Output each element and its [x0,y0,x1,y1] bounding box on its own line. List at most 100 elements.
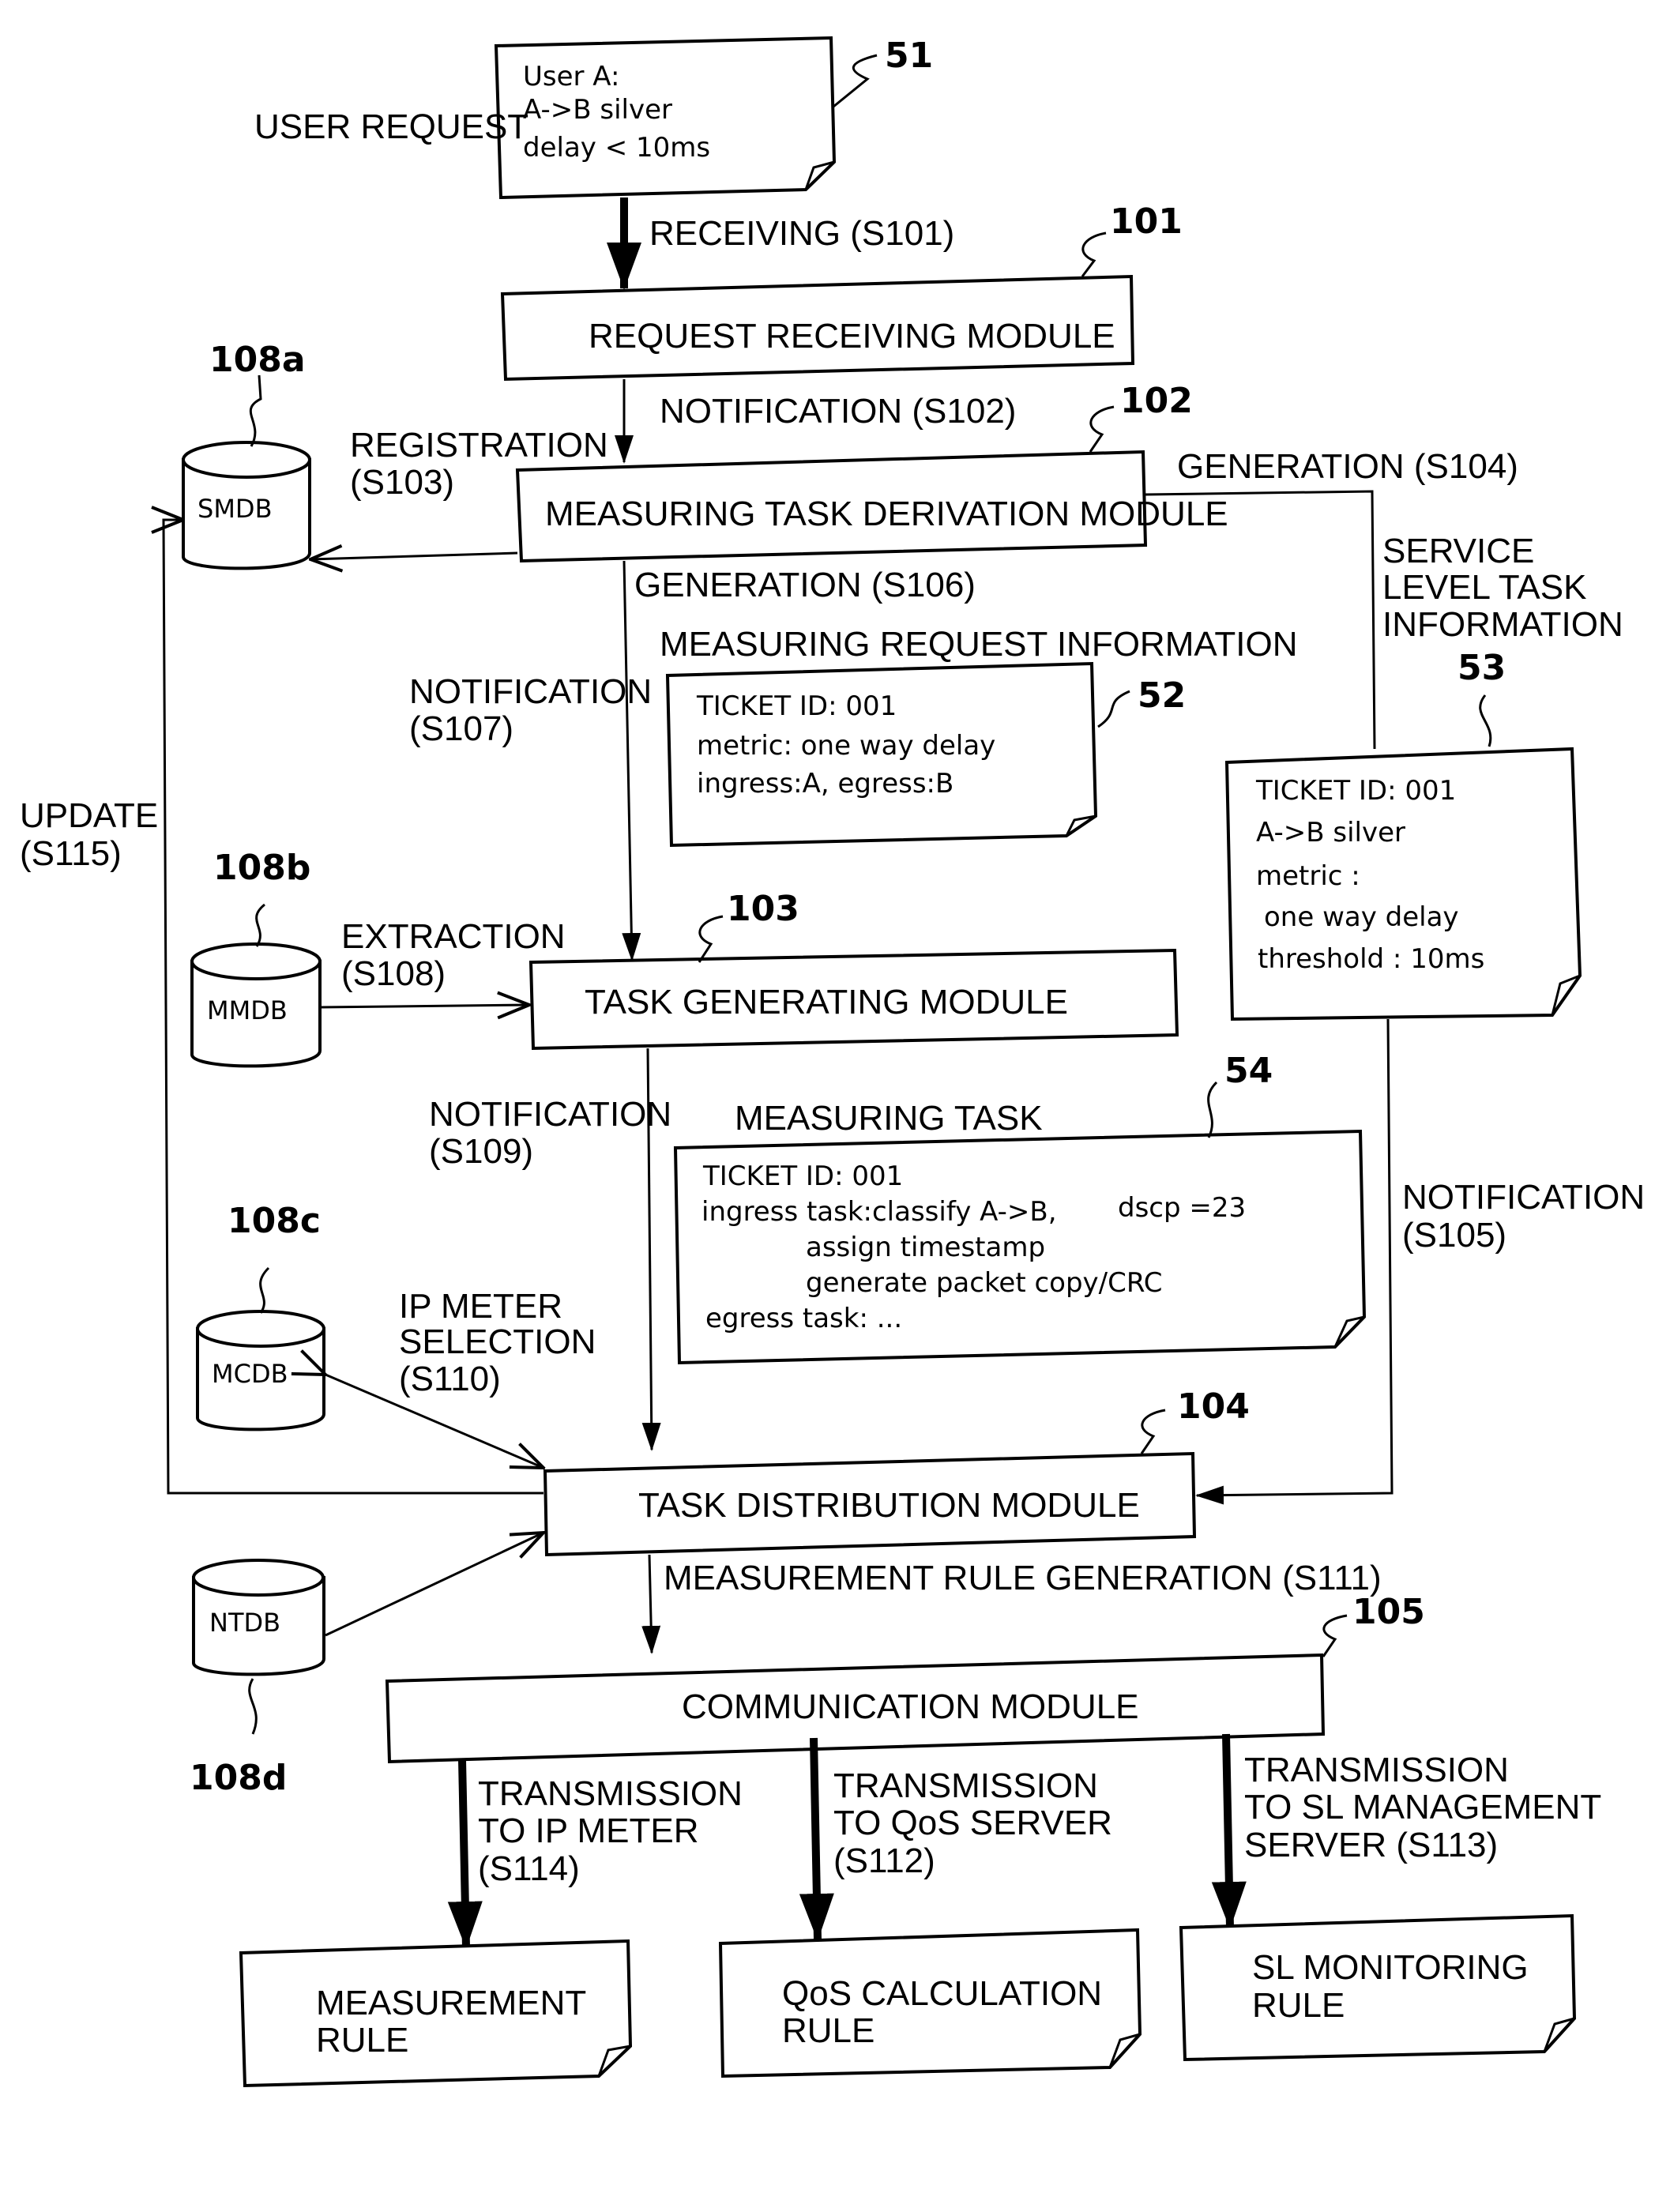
step-s104-label: GENERATION (S104) [1177,447,1518,486]
measuring-task-derivation-module-label: MEASURING TASK DERIVATION MODULE [545,495,1228,533]
arrow-s114 [447,1759,483,1949]
sl-info-line-3: metric : [1256,860,1360,892]
step-s114-label-1: TRANSMISSION [478,1774,743,1813]
step-s105-label-1: NOTIFICATION [1402,1178,1645,1217]
sl-monitoring-rule-line-2: RULE [1252,1986,1345,2025]
ntdb-database: NTDB [192,1559,325,1676]
ref-108a: 108a [209,340,306,380]
request-receiving-module-label: REQUEST RECEIVING MODULE [589,317,1115,356]
step-s108-label-2: (S108) [341,954,446,993]
ref-53: 53 [1457,648,1506,688]
arrow-ntdb [325,1533,544,1637]
measuring-task-line-4: generate packet copy/CRC [806,1267,1163,1299]
sl-info-line-2: A->B silver [1256,817,1405,848]
mr-info-line-2: metric: one way delay [697,730,995,762]
ref-102: 102 [1120,381,1193,421]
measuring-task-line-5: egress task: ... [705,1303,902,1334]
sl-info-line-4: one way delay [1264,901,1459,933]
step-s114-label-2: TO IP METER [478,1811,699,1850]
step-s108-label-1: EXTRACTION [341,917,566,956]
arrow-s108 [319,1005,529,1007]
user-request-label: USER REQUEST [254,107,528,146]
step-s115-label-2: (S115) [20,834,122,873]
measuring-task-line-1: TICKET ID: 001 [702,1161,903,1192]
service-level-title-1: SERVICE [1382,532,1534,570]
ref-leader-54 [1207,1081,1218,1138]
user-request-line-3: delay < 10ms [523,132,710,164]
step-s103-label-1: REGISTRATION [350,426,608,465]
mmdb-label: MMDB [207,995,288,1025]
measurement-rule-line-2: RULE [316,2021,408,2060]
ref-leader-108c [259,1266,270,1314]
ref-104: 104 [1177,1386,1250,1427]
smdb-database: SMDB [182,441,311,570]
mmdb-database: MMDB [190,942,322,1068]
measuring-task-title: MEASURING TASK [735,1099,1043,1138]
service-level-title-2: LEVEL TASK [1382,568,1586,607]
ref-leader-108a [249,374,262,447]
measuring-task-line-2: ingress task:classify A->B, [701,1196,1057,1228]
step-s105-label-2: (S105) [1402,1216,1506,1255]
step-s110-label-1: IP METER [399,1287,562,1326]
measuring-request-info-title: MEASURING REQUEST INFORMATION [660,625,1298,664]
ref-leader-52 [1097,690,1130,728]
service-level-title-3: INFORMATION [1382,605,1623,644]
mcdb-database: MCDB [196,1310,325,1431]
user-request-note: User A: A->B silver delay < 10ms [494,36,837,200]
step-s101-label: RECEIVING (S101) [649,214,954,253]
sl-monitoring-rule-note: SL MONITORING RULE [1179,1913,1577,2062]
request-receiving-module: REQUEST RECEIVING MODULE [500,274,1135,382]
arrow-s107 [622,560,641,961]
ref-leader-108b [255,903,265,947]
step-s106-label: GENERATION (S106) [634,566,976,604]
ref-54: 54 [1224,1051,1273,1091]
step-s109-label-1: NOTIFICATION [429,1095,671,1134]
ref-leader-108d [248,1678,258,1735]
ref-105: 105 [1352,1592,1425,1632]
sl-monitoring-rule-line-1: SL MONITORING [1252,1948,1529,1987]
measuring-task-derivation-module: MEASURING TASK DERIVATION MODULE [515,450,1228,563]
ref-leader-102 [1089,405,1115,453]
mr-info-line-1: TICKET ID: 001 [696,690,897,722]
qos-calculation-rule-note: QoS CALCULATION RULE [718,1928,1142,2078]
step-s112-label-2: TO QoS SERVER [833,1804,1112,1842]
ref-leader-53 [1479,694,1492,747]
sl-info-line-1: TICKET ID: 001 [1255,775,1456,807]
user-request-line-2: A->B silver [523,94,672,126]
task-distribution-module: TASK DISTRIBUTION MODULE [543,1451,1197,1557]
step-s112-label-1: TRANSMISSION [833,1766,1098,1805]
measuring-task-dscp: dscp =23 [1118,1192,1246,1224]
task-generating-module-label: TASK GENERATING MODULE [585,983,1068,1021]
ref-52: 52 [1138,675,1186,716]
ref-51: 51 [885,36,933,76]
measuring-task-line-3: assign timestamp [806,1232,1045,1263]
ref-leader-104 [1140,1409,1166,1454]
step-s111-label: MEASUREMENT RULE GENERATION (S111) [664,1559,1382,1597]
measuring-request-info-note: TICKET ID: 001 metric: one way delay ing… [665,661,1098,848]
arrow-s112 [799,1737,834,1941]
step-s112-label-3: (S112) [833,1841,935,1880]
step-s110-label-3: (S110) [399,1360,501,1398]
step-s113-label-3: SERVER (S113) [1244,1826,1498,1864]
sl-info-line-5: threshold : 10ms [1258,943,1484,975]
communication-module: COMMUNICATION MODULE [385,1653,1326,1764]
qos-calculation-rule-line-2: RULE [782,2011,874,2050]
step-s110-label-2: SELECTION [399,1322,596,1361]
measurement-rule-note: MEASUREMENT RULE [239,1939,633,2088]
communication-module-label: COMMUNICATION MODULE [682,1687,1139,1726]
mr-info-line-3: ingress:A, egress:B [697,768,953,799]
step-s109-label-2: (S109) [429,1132,533,1171]
user-request-line-1: User A: [523,61,619,92]
flow-diagram: User A: A->B silver delay < 10ms USER RE… [20,36,1645,2088]
ref-leader-51 [833,54,878,108]
service-level-task-info-note: TICKET ID: 001 A->B silver metric : one … [1224,747,1582,1021]
step-s103-label-2: (S103) [350,463,454,502]
ntdb-label: NTDB [209,1608,280,1638]
mcdb-label: MCDB [212,1359,288,1389]
step-s113-label-1: TRANSMISSION [1244,1751,1509,1789]
step-s102-label: NOTIFICATION (S102) [660,392,1016,431]
ref-leader-103 [698,915,724,963]
step-s113-label-2: TO SL MANAGEMENT [1244,1788,1601,1826]
ref-leader-101 [1081,231,1107,277]
measurement-rule-line-1: MEASUREMENT [316,1984,586,2022]
